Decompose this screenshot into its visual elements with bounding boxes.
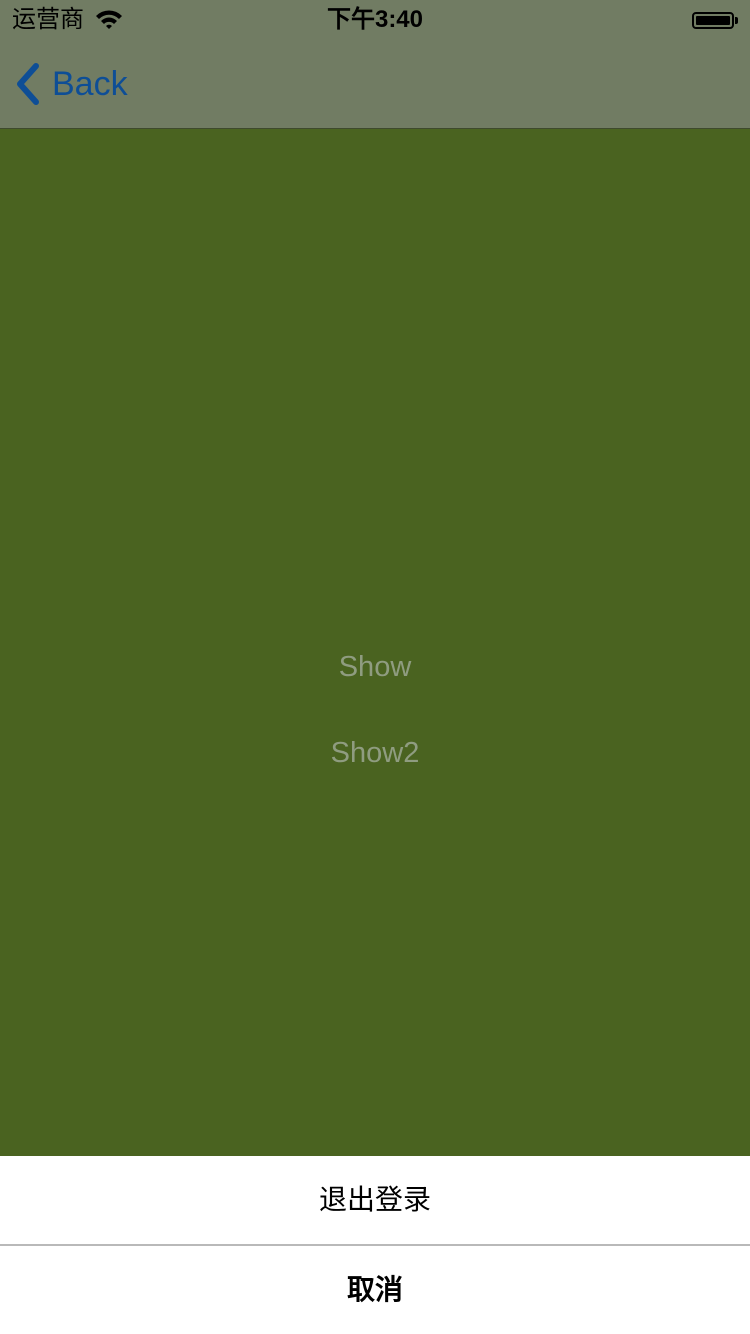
back-button[interactable]: Back [14,62,128,106]
screen: 运营商 下午3:40 Back Show Show2 退出登录 取消 [0,0,750,1334]
status-bar: 运营商 下午3:40 [0,0,750,40]
navigation-bar: Back [0,40,750,129]
cancel-button[interactable]: 取消 [0,1246,750,1334]
logout-button[interactable]: 退出登录 [0,1156,750,1244]
action-sheet: 退出登录 取消 [0,1156,750,1334]
battery-body [692,11,734,29]
show-button[interactable]: Show [0,647,750,687]
show2-button[interactable]: Show2 [0,733,750,773]
back-label: Back [52,65,128,103]
battery-nub [735,16,738,24]
battery-icon [692,11,738,29]
chevron-left-icon [14,62,44,106]
battery-fill [696,15,730,25]
status-time: 下午3:40 [326,6,424,33]
